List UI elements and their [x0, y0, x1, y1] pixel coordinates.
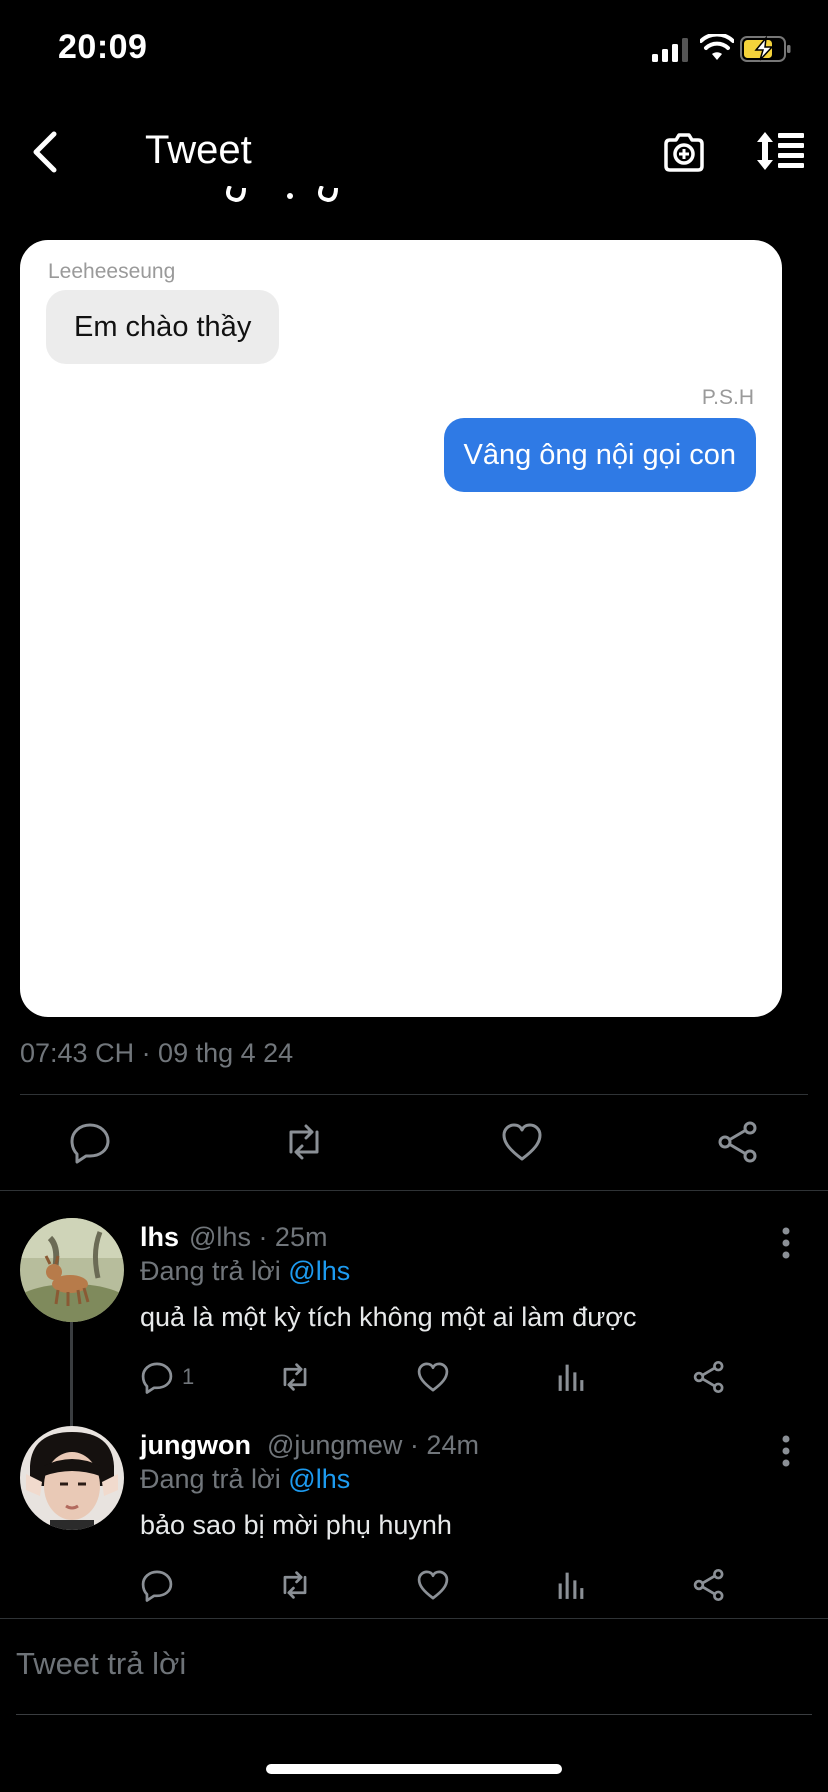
reply-header: lhs @lhs · 25m	[140, 1222, 327, 1253]
replying-to-label: Đang trả lời	[140, 1464, 281, 1494]
reply-text: quả là một kỳ tích không một ai làm được	[140, 1302, 637, 1332]
like-heart-icon[interactable]	[500, 1120, 544, 1164]
share-icon[interactable]	[716, 1120, 760, 1164]
battery-charging-icon	[740, 36, 791, 62]
reply-input[interactable]: Tweet trả lời	[16, 1646, 186, 1682]
page-title: Tweet	[145, 128, 252, 172]
retweet-icon[interactable]	[278, 1568, 312, 1602]
like-heart-icon[interactable]	[416, 1568, 450, 1602]
chat-screenshot-card: Leeheeseung Em chào thầy P.S.H Vâng ông …	[20, 240, 782, 1017]
display-name[interactable]: jungwon	[140, 1430, 251, 1460]
divider	[20, 1094, 808, 1095]
input-underline	[16, 1714, 812, 1715]
sent-message-bubble: Vâng ông nội gọi con	[443, 418, 756, 492]
reply-icon[interactable]	[68, 1120, 112, 1164]
retweet-icon[interactable]	[278, 1360, 312, 1394]
analytics-icon[interactable]	[554, 1568, 588, 1602]
back-chevron-icon[interactable]	[28, 130, 62, 174]
more-options-icon[interactable]	[781, 1226, 791, 1260]
replying-to-line: Đang trả lời @lhs	[140, 1256, 350, 1287]
thread-sort-icon[interactable]	[756, 130, 806, 172]
like-heart-icon[interactable]	[416, 1360, 450, 1394]
reply-text: bảo sao bị mời phụ huynh	[140, 1510, 452, 1540]
reply-icon[interactable]	[140, 1568, 174, 1602]
retweet-icon[interactable]	[282, 1120, 326, 1164]
analytics-icon[interactable]	[554, 1360, 588, 1394]
share-icon[interactable]	[692, 1360, 726, 1394]
handle-and-time[interactable]: @lhs · 25m	[189, 1222, 327, 1252]
share-icon[interactable]	[692, 1568, 726, 1602]
reply-count: 1	[182, 1364, 195, 1389]
avatar[interactable]	[20, 1426, 124, 1530]
wifi-icon	[700, 34, 734, 60]
camera-plus-icon[interactable]	[662, 130, 706, 174]
divider	[0, 1618, 828, 1619]
sender-name: Leeheeseung	[48, 260, 176, 283]
display-name[interactable]: lhs	[140, 1222, 179, 1252]
reply-header: jungwon @jungmew · 24m	[140, 1430, 479, 1461]
more-options-icon[interactable]	[781, 1434, 791, 1468]
cellular-signal-icon	[652, 38, 688, 62]
handle-and-time[interactable]: @jungmew · 24m	[267, 1430, 479, 1460]
bambi-avatar-image	[20, 1218, 124, 1322]
divider	[0, 1190, 828, 1191]
thread-line	[70, 1322, 73, 1426]
home-indicator[interactable]	[266, 1764, 562, 1774]
tweet-timestamp: 07:43 CH · 09 thg 4 24	[20, 1038, 294, 1068]
clipped-text-remnant	[226, 186, 338, 203]
received-message-bubble: Em chào thầy	[46, 290, 280, 364]
mention-link[interactable]: @lhs	[288, 1256, 350, 1286]
replying-to-line: Đang trả lời @lhs	[140, 1464, 350, 1495]
reply-icon[interactable]	[140, 1360, 174, 1394]
receiver-name: P.S.H	[701, 386, 754, 409]
jungwon-avatar-image	[20, 1426, 124, 1530]
replying-to-label: Đang trả lời	[140, 1256, 281, 1286]
status-time: 20:09	[58, 28, 148, 66]
mention-link[interactable]: @lhs	[288, 1464, 350, 1494]
avatar[interactable]	[20, 1218, 124, 1322]
